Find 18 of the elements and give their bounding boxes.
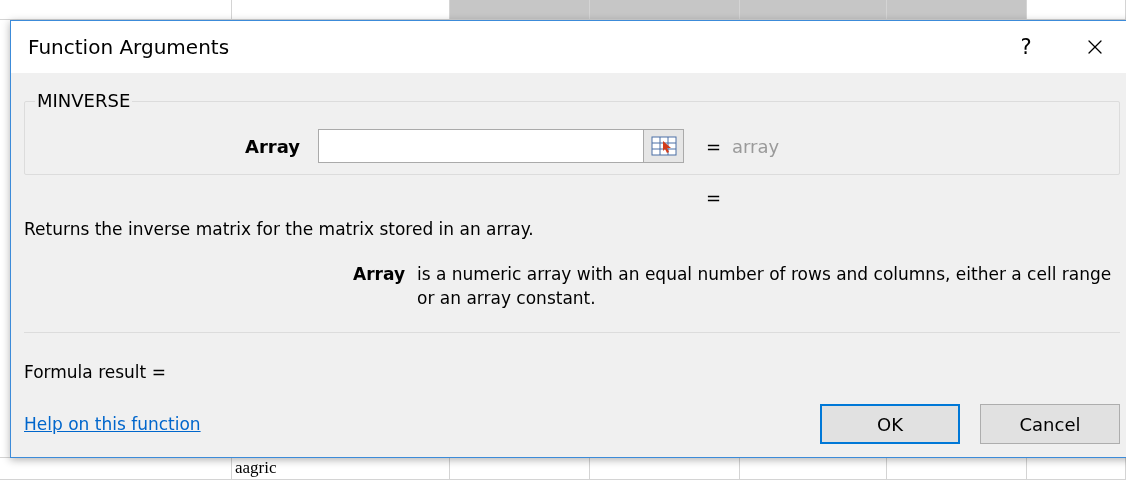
argument-name: Array [352, 263, 405, 286]
function-name: MINVERSE [36, 91, 132, 111]
argument-field[interactable] [318, 129, 684, 163]
dialog-title: Function Arguments [28, 35, 231, 59]
spreadsheet-cell: aagric [232, 458, 450, 480]
argument-label: Array [244, 135, 300, 157]
function-description: Returns the inverse matrix for the matrix stored in an array. [24, 218, 534, 240]
formula-result: Formula result = [24, 361, 166, 383]
equals-sign: = [706, 135, 720, 157]
ok-button[interactable]: OK [820, 404, 960, 444]
argument-description: is a numeric array with an equal number of rows and columns, either a cell range or an array constant. [417, 263, 1113, 310]
help-button[interactable]: ? [1011, 35, 1041, 59]
equals-sign: = [706, 188, 720, 208]
help-link[interactable]: Help on this function [24, 414, 800, 434]
argument-result: array [732, 135, 780, 157]
range-select-icon [650, 136, 677, 156]
cancel-button[interactable]: Cancel [980, 404, 1120, 444]
range-select-button[interactable] [643, 130, 683, 162]
